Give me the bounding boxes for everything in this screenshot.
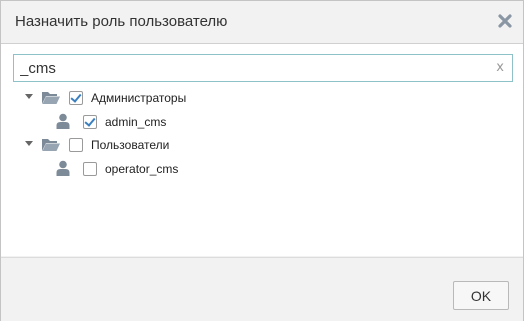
- tree-item-operator-cms: operator_cms: [1, 159, 523, 181]
- search-input[interactable]: [20, 58, 490, 78]
- checkbox-operator-cms[interactable]: [83, 162, 97, 176]
- dialog-footer: OK: [1, 257, 523, 321]
- folder-open-icon: [41, 138, 61, 157]
- folder-open-icon: [41, 91, 61, 110]
- tree-item-label: operator_cms: [105, 162, 179, 176]
- clear-search-icon[interactable]: x: [496, 60, 504, 75]
- ok-button[interactable]: OK: [453, 281, 509, 310]
- expand-arrow-icon[interactable]: [25, 141, 33, 146]
- tree-item-label: Пользователи: [91, 138, 170, 152]
- tree-item-label: Администраторы: [91, 91, 187, 105]
- user-icon: [56, 113, 70, 134]
- tree-item-label: admin_cms: [105, 115, 167, 129]
- checkbox-admin-cms[interactable]: [83, 115, 97, 129]
- close-icon[interactable]: [497, 13, 513, 29]
- dialog-title-bar: Назначить роль пользователю: [1, 1, 523, 44]
- assign-role-dialog: Назначить роль пользователю x Администра…: [0, 0, 524, 321]
- tree-item-administrators: Администраторы: [1, 88, 523, 110]
- dialog-title: Назначить роль пользователю: [15, 13, 228, 30]
- user-icon: [56, 160, 70, 181]
- expand-arrow-icon[interactable]: [25, 94, 33, 99]
- tree-item-users: Пользователи: [1, 135, 523, 157]
- dialog-body: x Администраторы admin_cms: [1, 44, 523, 256]
- search-field: x: [13, 54, 513, 82]
- tree-item-admin-cms: admin_cms: [1, 112, 523, 134]
- checkbox-administrators[interactable]: [69, 91, 83, 105]
- checkbox-users[interactable]: [69, 138, 83, 152]
